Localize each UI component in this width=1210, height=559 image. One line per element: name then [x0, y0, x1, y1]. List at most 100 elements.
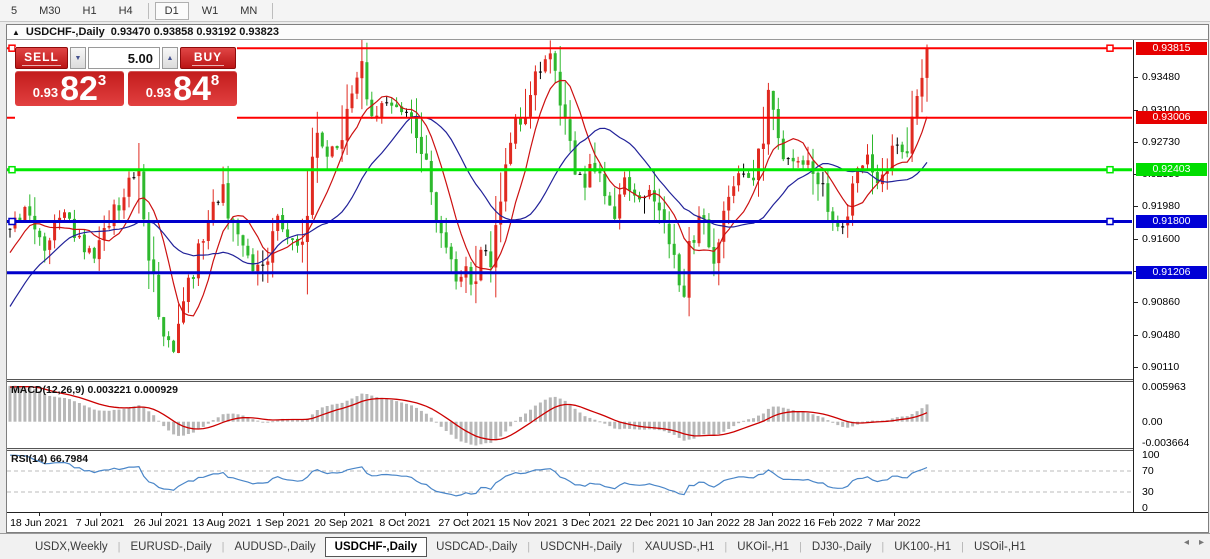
date-tick-mark [344, 513, 345, 516]
price-tick-label: 0.91980 [1142, 200, 1180, 212]
tab-usdchf-daily[interactable]: USDCHF-,Daily [325, 537, 427, 557]
date-label: 7 Jul 2021 [76, 517, 124, 529]
sell-price-main: 82 [60, 74, 98, 104]
rsi-pane[interactable]: RSI(14) 66.7984 [7, 451, 1132, 512]
price-tick-label: 0.93480 [1142, 71, 1180, 83]
tab-usoil-h1[interactable]: USOil-,H1 [965, 538, 1035, 556]
price-chart[interactable]: SELL ▼ ▲ BUY 0.93 82 3 0.93 84 8 [7, 40, 1132, 379]
chevron-down-icon: ▼ [75, 55, 82, 62]
tab-xauusd-h1[interactable]: XAUUSD-,H1 [636, 538, 724, 556]
price-tick-mark [1134, 367, 1138, 368]
price-tick-mark [1134, 206, 1138, 207]
tab-usdcad-daily[interactable]: USDCAD-,Daily [427, 538, 526, 556]
date-tick-mark [100, 513, 101, 516]
price-tick-mark [1134, 302, 1138, 303]
date-tick-mark [894, 513, 895, 516]
price-level-badge: 0.91800 [1136, 215, 1207, 228]
sell-price-panel[interactable]: 0.93 82 3 [15, 71, 124, 106]
price-level-badge: 0.92403 [1136, 163, 1207, 176]
macd-tick-label: 0.005963 [1142, 381, 1186, 393]
sell-price-pip: 3 [98, 72, 106, 89]
tab-eurusd-daily[interactable]: EURUSD-,Daily [122, 538, 221, 556]
macd-pane[interactable]: MACD(12,26,9) 0.003221 0.000929 [7, 382, 1132, 448]
date-label: 1 Sep 2021 [256, 517, 310, 529]
timeframe-button-h4[interactable]: H4 [110, 3, 142, 19]
price-tick-label: 0.92730 [1142, 136, 1180, 148]
date-tick-mark [833, 513, 834, 516]
date-tick-mark [39, 513, 40, 516]
toolbar-separator [148, 3, 149, 19]
price-tick-mark [1134, 142, 1138, 143]
price-tick-mark [1134, 335, 1138, 336]
macd-label: MACD(12,26,9) 0.003221 0.000929 [11, 384, 178, 396]
sell-price-prefix: 0.93 [33, 85, 58, 100]
date-label: 13 Aug 2021 [193, 517, 252, 529]
date-label: 20 Sep 2021 [314, 517, 374, 529]
date-label: 22 Dec 2021 [620, 517, 680, 529]
date-tick-mark [711, 513, 712, 516]
date-tick-mark [589, 513, 590, 516]
date-label: 26 Jul 2021 [134, 517, 188, 529]
tab-usdcnh-daily[interactable]: USDCNH-,Daily [531, 538, 631, 556]
date-tick-mark [405, 513, 406, 516]
buy-price-pip: 8 [211, 72, 219, 89]
buy-button[interactable]: BUY [180, 47, 236, 69]
timeframe-button-m30[interactable]: M30 [30, 3, 69, 19]
price-axis: 0.934800.931000.927300.923500.919800.916… [1133, 40, 1208, 512]
tab-audusd-daily[interactable]: AUDUSD-,Daily [226, 538, 325, 556]
rsi-tick-label: 100 [1142, 449, 1160, 461]
date-label: 15 Nov 2021 [498, 517, 558, 529]
volume-input[interactable] [88, 47, 160, 69]
date-label: 28 Jan 2022 [743, 517, 801, 529]
buy-price-main: 84 [173, 74, 211, 104]
date-tick-mark [650, 513, 651, 516]
timeframe-button-5[interactable]: 5 [2, 3, 26, 19]
date-label: 18 Jun 2021 [10, 517, 68, 529]
date-tick-mark [528, 513, 529, 516]
tab-scroll-nav: ◂ ▸ [1184, 537, 1204, 548]
rsi-tick-label: 70 [1142, 465, 1154, 477]
timeframe-button-mn[interactable]: MN [231, 3, 266, 19]
price-tick-label: 0.91600 [1142, 233, 1180, 245]
date-label: 27 Oct 2021 [438, 517, 495, 529]
date-tick-mark [222, 513, 223, 516]
chart-symbol-title: USDCHF-,Daily [26, 26, 105, 38]
tab-scroll-left-icon[interactable]: ◂ [1184, 537, 1189, 548]
tab-usdx-weekly[interactable]: USDX,Weekly [26, 538, 117, 556]
tab-ukoil-h1[interactable]: UKOil-,H1 [728, 538, 798, 556]
date-tick-mark [161, 513, 162, 516]
sell-button[interactable]: SELL [15, 47, 68, 69]
buy-price-panel[interactable]: 0.93 84 8 [128, 71, 237, 106]
timeframe-button-d1[interactable]: D1 [155, 2, 189, 20]
macd-tick-label: -0.003664 [1142, 437, 1189, 449]
tab-scroll-right-icon[interactable]: ▸ [1199, 537, 1204, 548]
date-label: 8 Oct 2021 [379, 517, 430, 529]
date-tick-mark [467, 513, 468, 516]
date-label: 3 Dec 2021 [562, 517, 616, 529]
timeframe-button-h1[interactable]: H1 [74, 3, 106, 19]
chart-tab-bar: USDX,Weekly|EURUSD-,Daily|AUDUSD-,DailyU… [0, 533, 1210, 559]
volume-decrease-button[interactable]: ▼ [70, 47, 86, 69]
collapse-arrow-icon: ▲ [12, 28, 20, 37]
price-tick-label: 0.90480 [1142, 329, 1180, 341]
tab-uk100-h1[interactable]: UK100-,H1 [885, 538, 960, 556]
date-label: 16 Feb 2022 [804, 517, 863, 529]
tab-dj30-daily[interactable]: DJ30-,Daily [803, 538, 880, 556]
one-click-trading-widget: SELL ▼ ▲ BUY 0.93 82 3 0.93 84 8 [15, 47, 237, 143]
timeframe-button-w1[interactable]: W1 [193, 3, 228, 19]
time-axis: 18 Jun 2021 7 Jul 2021 26 Jul 2021 13 Aug 2… [7, 512, 1208, 532]
toolbar-separator [272, 3, 273, 19]
chart-ohlc-values: 0.93470 0.93858 0.93192 0.93823 [111, 26, 279, 38]
date-label: 10 Jan 2022 [682, 517, 740, 529]
macd-tick-label: 0.00 [1142, 416, 1162, 428]
price-level-badge: 0.91206 [1136, 266, 1207, 279]
buy-price-prefix: 0.93 [146, 85, 171, 100]
price-tick-mark [1134, 239, 1138, 240]
chart-title-bar[interactable]: ▲ USDCHF-,Daily 0.93470 0.93858 0.93192 … [7, 25, 1208, 40]
rsi-tick-label: 30 [1142, 486, 1154, 498]
date-label: 7 Mar 2022 [867, 517, 920, 529]
price-tick-label: 0.90860 [1142, 296, 1180, 308]
price-level-badge: 0.93006 [1136, 111, 1207, 124]
volume-increase-button[interactable]: ▲ [162, 47, 178, 69]
chart-window: ▲ USDCHF-,Daily 0.93470 0.93858 0.93192 … [6, 24, 1209, 533]
